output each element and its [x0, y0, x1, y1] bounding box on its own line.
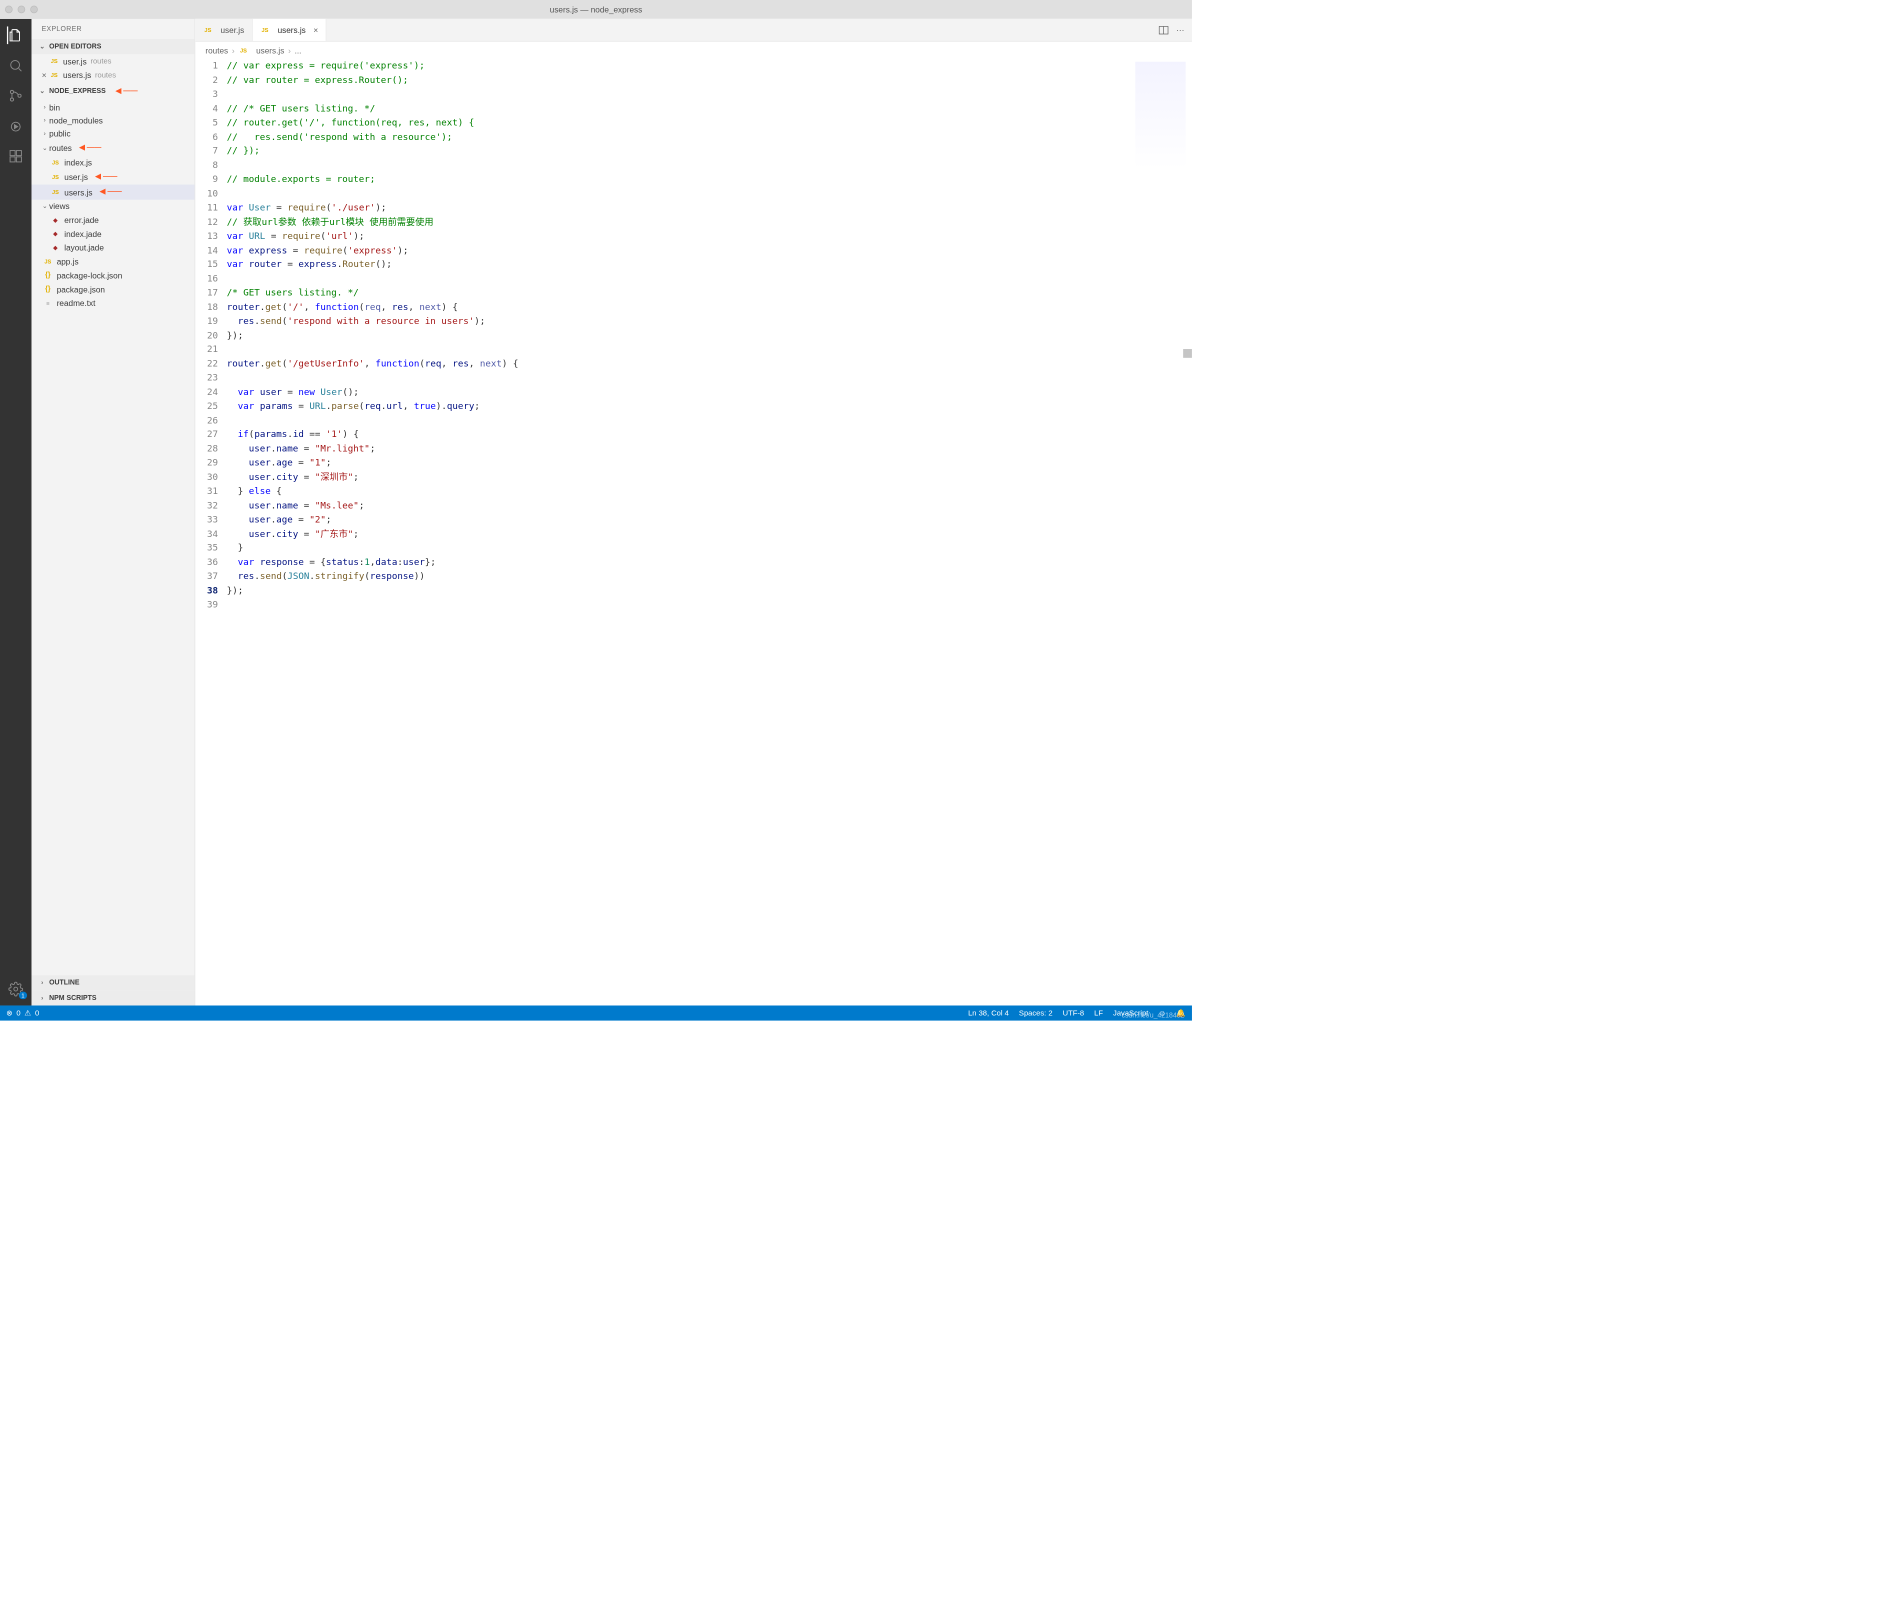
- chevron-down-icon: ⌄: [38, 43, 47, 50]
- chevron-down-icon: ⌄: [40, 203, 49, 210]
- outline-header[interactable]: ›OUTLINE: [32, 975, 195, 990]
- annotation-arrow-icon: ◄──: [77, 142, 101, 153]
- sidebar: EXPLORER ⌄ OPEN EDITORS JS user.js route…: [32, 19, 196, 1006]
- file-index-jade[interactable]: ◆index.jade: [32, 227, 195, 241]
- cursor-position[interactable]: Ln 38, Col 4: [968, 1009, 1009, 1018]
- chevron-right-icon: ›: [40, 130, 49, 137]
- open-editor-item[interactable]: × JS users.js routes: [32, 68, 195, 82]
- search-icon[interactable]: [7, 57, 25, 75]
- project-tree: ›bin ›node_modules ›public ⌄routes◄── JS…: [32, 101, 195, 975]
- scrollbar-thumb[interactable]: [1183, 349, 1192, 358]
- js-file-icon: JS: [260, 25, 270, 35]
- file-layout-jade[interactable]: ◆layout.jade: [32, 241, 195, 255]
- tab-user-js[interactable]: JSuser.js: [195, 19, 252, 41]
- close-window-icon[interactable]: [5, 6, 13, 14]
- annotation-arrow-icon: ◄──: [113, 86, 137, 97]
- settings-gear-icon[interactable]: 1: [7, 980, 25, 998]
- minimap[interactable]: [1135, 62, 1185, 169]
- jade-file-icon: ◆: [50, 229, 60, 239]
- activity-bar: 1: [0, 19, 32, 1006]
- eol[interactable]: LF: [1094, 1009, 1103, 1018]
- text-file-icon: ≡: [43, 298, 53, 308]
- folder-public[interactable]: ›public: [32, 127, 195, 140]
- watermark: csdn.net/u_4218492: [1122, 1012, 1185, 1020]
- json-file-icon: {}: [43, 284, 53, 294]
- chevron-right-icon: ›: [38, 994, 47, 1001]
- jade-file-icon: ◆: [50, 215, 60, 225]
- minimize-window-icon[interactable]: [18, 6, 26, 14]
- js-file-icon: JS: [50, 187, 60, 197]
- line-gutter: 1234567891011121314151617181920212223242…: [195, 59, 227, 1005]
- title-bar: users.js — node_express: [0, 0, 1192, 19]
- folder-node-modules[interactable]: ›node_modules: [32, 114, 195, 127]
- split-editor-icon[interactable]: [1159, 25, 1169, 35]
- code-content[interactable]: // var express = require('express');// v…: [227, 59, 1192, 1005]
- indent-setting[interactable]: Spaces: 2: [1019, 1009, 1053, 1018]
- chevron-down-icon: ⌄: [38, 88, 47, 95]
- file-app-js[interactable]: JSapp.js: [32, 255, 195, 269]
- project-header[interactable]: ⌄ NODE_EXPRESS ◄──: [32, 82, 195, 101]
- folder-views[interactable]: ⌄views: [32, 200, 195, 213]
- extensions-icon[interactable]: [7, 147, 25, 165]
- folder-routes[interactable]: ⌄routes◄──: [32, 140, 195, 155]
- annotation-arrow-icon: ◄──: [93, 171, 117, 182]
- tab-bar: JSuser.js JSusers.js× ···: [195, 19, 1192, 42]
- file-user-js[interactable]: JSuser.js◄──: [32, 169, 195, 184]
- json-file-icon: {}: [43, 270, 53, 280]
- encoding[interactable]: UTF-8: [1063, 1009, 1084, 1018]
- file-users-js[interactable]: JSusers.js◄──: [32, 185, 195, 200]
- file-error-jade[interactable]: ◆error.jade: [32, 213, 195, 227]
- js-file-icon: JS: [50, 158, 60, 168]
- js-file-icon: JS: [43, 256, 53, 266]
- tab-actions: ···: [1151, 19, 1192, 41]
- maximize-window-icon[interactable]: [30, 6, 38, 14]
- file-package-lock[interactable]: {}package-lock.json: [32, 268, 195, 282]
- open-editors-header[interactable]: ⌄ OPEN EDITORS: [32, 39, 195, 54]
- window-controls: [5, 6, 38, 14]
- code-editor[interactable]: 1234567891011121314151617181920212223242…: [195, 59, 1192, 1005]
- jade-file-icon: ◆: [50, 243, 60, 253]
- source-control-icon[interactable]: [7, 87, 25, 105]
- chevron-right-icon: ›: [40, 104, 49, 111]
- js-file-icon: JS: [238, 45, 248, 55]
- js-file-icon: JS: [49, 56, 59, 66]
- tab-users-js[interactable]: JSusers.js×: [252, 19, 326, 41]
- npm-scripts-header[interactable]: ›NPM SCRIPTS: [32, 990, 195, 1005]
- js-file-icon: JS: [203, 25, 213, 35]
- sidebar-title: EXPLORER: [32, 19, 195, 39]
- file-index-js[interactable]: JSindex.js: [32, 156, 195, 170]
- breadcrumb[interactable]: routes› JSusers.js› ...: [195, 42, 1192, 60]
- js-file-icon: JS: [50, 172, 60, 182]
- open-editors-list: JS user.js routes × JS users.js routes: [32, 54, 195, 82]
- editor-area: JSuser.js JSusers.js× ··· routes› JSuser…: [195, 19, 1192, 1006]
- annotation-arrow-icon: ◄──: [98, 186, 122, 197]
- explorer-icon[interactable]: [7, 26, 25, 44]
- folder-bin[interactable]: ›bin: [32, 101, 195, 114]
- chevron-right-icon: ›: [38, 979, 47, 986]
- errors-icon[interactable]: ⊗: [6, 1009, 12, 1018]
- warnings-icon[interactable]: ⚠: [24, 1009, 31, 1018]
- open-editor-item[interactable]: JS user.js routes: [32, 54, 195, 68]
- settings-badge: 1: [19, 992, 27, 1000]
- debug-icon[interactable]: [7, 117, 25, 135]
- chevron-right-icon: ›: [40, 117, 49, 124]
- file-readme[interactable]: ≡readme.txt: [32, 296, 195, 310]
- file-package-json[interactable]: {}package.json: [32, 282, 195, 296]
- window-title: users.js — node_express: [550, 5, 642, 14]
- close-icon[interactable]: ×: [313, 25, 318, 34]
- more-icon[interactable]: ···: [1176, 25, 1184, 34]
- chevron-down-icon: ⌄: [40, 145, 49, 152]
- close-icon[interactable]: ×: [39, 70, 49, 79]
- status-bar: ⊗0 ⚠0 Ln 38, Col 4 Spaces: 2 UTF-8 LF Ja…: [0, 1005, 1192, 1020]
- js-file-icon: JS: [49, 70, 59, 80]
